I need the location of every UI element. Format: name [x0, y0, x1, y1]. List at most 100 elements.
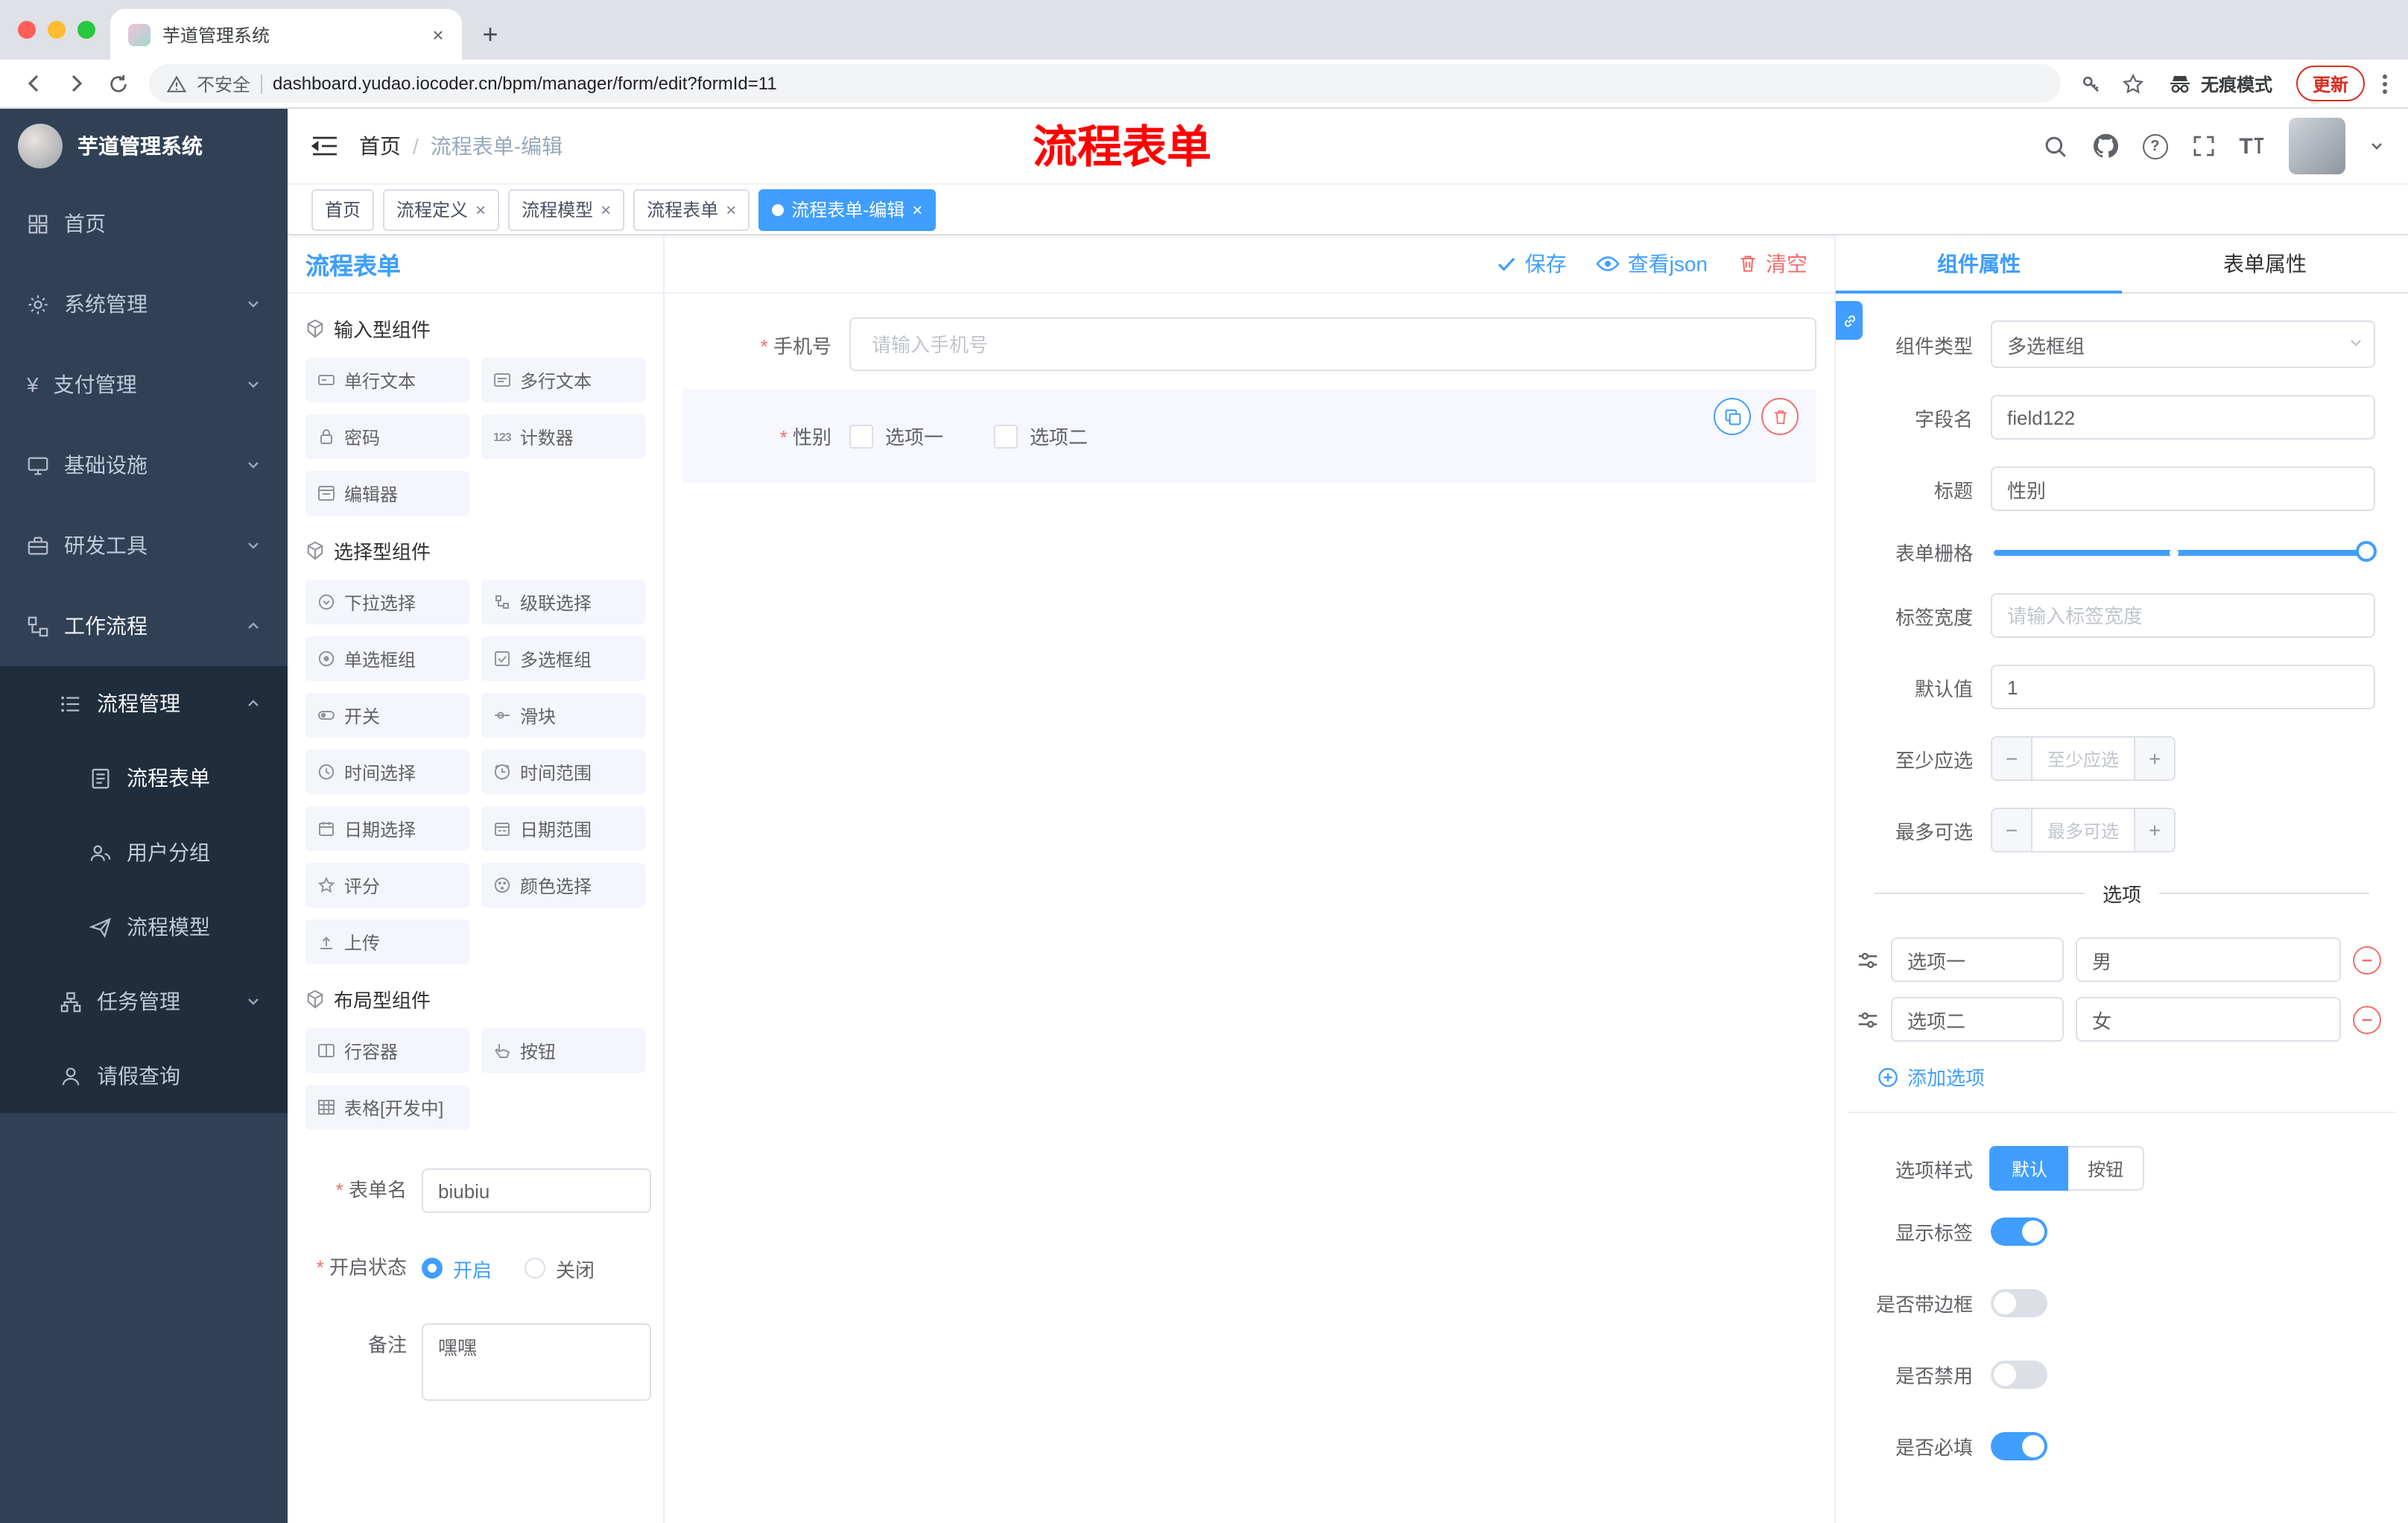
collapse-menu-icon[interactable]: [311, 134, 338, 158]
address-bar[interactable]: 不安全 dashboard.yudao.iocoder.cn/bpm/manag…: [149, 64, 2061, 103]
palette-item-single-line-text[interactable]: 单行文本: [305, 358, 469, 402]
canvas-body[interactable]: 手机号 性别 选项一: [665, 294, 1834, 1523]
palette-item-cascader[interactable]: 级联选择: [481, 580, 645, 624]
palette-item-switch[interactable]: 开关: [305, 693, 469, 738]
increment-button[interactable]: +: [2134, 809, 2174, 851]
sidebar-item-infrastructure[interactable]: 基础设施: [0, 425, 288, 505]
tag-close-icon[interactable]: ×: [601, 200, 611, 218]
border-toggle[interactable]: [1991, 1289, 2047, 1317]
component-type-select[interactable]: 多选框组: [1991, 320, 2375, 368]
breadcrumb-home[interactable]: 首页: [359, 131, 401, 161]
show-label-toggle[interactable]: [1991, 1218, 2047, 1246]
gender-option-1[interactable]: 选项一: [849, 422, 943, 450]
palette-item-slider[interactable]: 滑块: [481, 693, 645, 738]
palette-item-dropdown[interactable]: 下拉选择: [305, 580, 469, 624]
bookmark-star-icon[interactable]: [2114, 64, 2153, 103]
tag-process-definition[interactable]: 流程定义 ×: [383, 189, 500, 230]
palette-item-time-picker[interactable]: 时间选择: [305, 750, 469, 794]
min-select-value[interactable]: 至少应选: [2032, 738, 2134, 779]
fullscreen-icon[interactable]: [2191, 134, 2215, 158]
sidebar-item-task-management[interactable]: 任务管理: [0, 964, 288, 1039]
field-name-input[interactable]: [1991, 395, 2375, 440]
increment-button[interactable]: +: [2134, 738, 2174, 779]
browser-update-button[interactable]: 更新: [2295, 66, 2365, 101]
option-label-input[interactable]: [1891, 937, 2064, 982]
copy-widget-button[interactable]: [1714, 398, 1751, 435]
tab-close-icon[interactable]: ×: [426, 22, 450, 46]
checkbox-icon[interactable]: [849, 424, 873, 448]
status-off-radio[interactable]: 关闭: [525, 1254, 595, 1282]
save-button[interactable]: 保存: [1497, 249, 1567, 279]
tag-process-model[interactable]: 流程模型 ×: [508, 189, 625, 230]
help-icon[interactable]: ?: [2142, 133, 2168, 159]
new-tab-button[interactable]: +: [471, 15, 510, 54]
browser-tab[interactable]: 芋道管理系统 ×: [110, 9, 462, 60]
tab-component-props[interactable]: 组件属性: [1836, 235, 2122, 294]
search-icon[interactable]: [2042, 133, 2068, 159]
palette-item-password[interactable]: 密码: [305, 414, 469, 459]
remove-option-button[interactable]: [2353, 1005, 2381, 1033]
view-json-button[interactable]: 查看json: [1597, 249, 1708, 279]
window-close-button[interactable]: [18, 21, 36, 39]
phone-input[interactable]: [849, 317, 1816, 371]
required-toggle[interactable]: [1991, 1432, 2047, 1460]
palette-item-date-picker[interactable]: 日期选择: [305, 806, 469, 851]
option-value-input[interactable]: [2076, 997, 2341, 1042]
tab-form-props[interactable]: 表单属性: [2122, 235, 2408, 292]
font-size-icon[interactable]: T⊺: [2239, 133, 2265, 159]
back-icon[interactable]: [15, 64, 54, 103]
sidebar-item-dev-tools[interactable]: 研发工具: [0, 505, 288, 586]
sidebar-logo[interactable]: 芋道管理系统: [0, 109, 288, 183]
browser-menu-icon[interactable]: [2377, 68, 2393, 99]
drag-handle-icon[interactable]: [1857, 1008, 1879, 1030]
password-key-icon[interactable]: [2073, 64, 2111, 103]
palette-item-radio-group[interactable]: 单选框组: [305, 636, 469, 681]
drag-handle-icon[interactable]: [1857, 949, 1879, 971]
decrement-button[interactable]: −: [1992, 809, 2032, 851]
widget-phone[interactable]: 手机号: [682, 317, 1816, 371]
palette-item-date-range[interactable]: 日期范围: [481, 806, 645, 851]
sidebar-item-process-management[interactable]: 流程管理: [0, 666, 288, 741]
sidebar-item-process-model[interactable]: 流程模型: [0, 890, 288, 964]
delete-widget-button[interactable]: [1761, 398, 1799, 435]
palette-item-table[interactable]: 表格[开发中]: [305, 1085, 469, 1130]
tag-process-form-edit[interactable]: 流程表单-编辑 ×: [758, 189, 937, 230]
label-width-input[interactable]: [1991, 593, 2375, 638]
palette-item-color-picker[interactable]: 颜色选择: [481, 863, 645, 908]
style-button-button[interactable]: 按钮: [2068, 1146, 2145, 1191]
form-name-input[interactable]: [422, 1168, 651, 1213]
status-on-radio[interactable]: 开启: [422, 1254, 492, 1282]
tag-close-icon[interactable]: ×: [475, 200, 486, 218]
palette-item-checkbox-group[interactable]: 多选框组: [481, 636, 645, 681]
security-label[interactable]: 不安全: [197, 71, 250, 96]
slider-handle[interactable]: [2356, 540, 2377, 561]
tag-close-icon[interactable]: ×: [726, 200, 736, 218]
form-remark-textarea[interactable]: 嘿嘿: [422, 1323, 651, 1401]
option-label-input[interactable]: [1891, 997, 2064, 1042]
grid-slider[interactable]: [1994, 540, 2377, 561]
max-select-value[interactable]: 最多可选: [2032, 809, 2134, 851]
palette-item-time-range[interactable]: 时间范围: [481, 750, 645, 794]
gender-option-2[interactable]: 选项二: [994, 422, 1088, 450]
tag-close-icon[interactable]: ×: [912, 200, 922, 218]
palette-item-counter[interactable]: 123 计数器: [481, 414, 645, 459]
title-input[interactable]: [1991, 466, 2375, 511]
sidebar-item-payment[interactable]: ¥ 支付管理: [0, 344, 288, 425]
checkbox-icon[interactable]: [994, 424, 1018, 448]
option-value-input[interactable]: [2076, 937, 2341, 982]
disabled-toggle[interactable]: [1991, 1361, 2047, 1389]
window-maximize-button[interactable]: [77, 21, 95, 39]
reload-icon[interactable]: [98, 64, 137, 103]
sidebar-item-workflow[interactable]: 工作流程: [0, 586, 288, 666]
palette-item-upload[interactable]: 上传: [305, 919, 469, 964]
sidebar-item-system[interactable]: 系统管理: [0, 264, 288, 344]
github-icon[interactable]: [2091, 133, 2118, 159]
default-value-input[interactable]: [1991, 665, 2375, 709]
tag-home[interactable]: 首页: [311, 189, 375, 230]
sidebar-item-user-group[interactable]: 用户分组: [0, 815, 288, 890]
forward-icon[interactable]: [57, 64, 95, 103]
palette-item-multi-line-text[interactable]: 多行文本: [481, 358, 645, 402]
palette-item-rate[interactable]: 评分: [305, 863, 469, 908]
add-option-button[interactable]: 添加选项: [1836, 1057, 2408, 1091]
clear-button[interactable]: 清空: [1737, 249, 1807, 279]
